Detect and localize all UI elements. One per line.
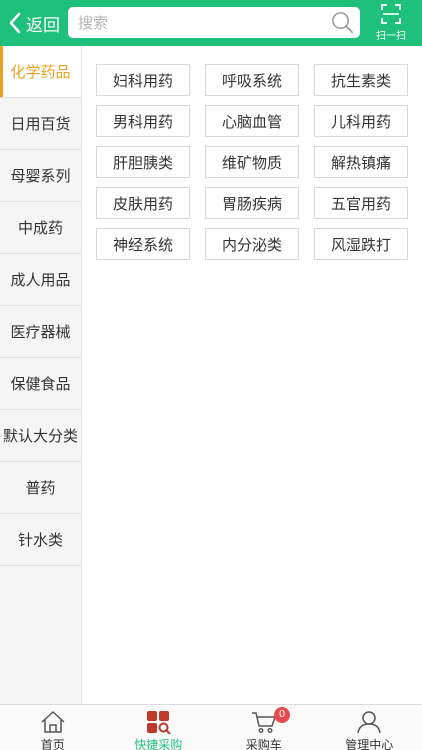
top-bar: 返回 扫一扫 [0,0,422,46]
sidebar-item-label: 中成药 [17,219,63,237]
sidebar-item-label: 普药 [25,479,56,497]
subcategory-button[interactable]: 妇科用药 [96,64,190,96]
tab-quick-purchase[interactable]: 快捷采购 [106,705,212,750]
sidebar-item-default-category[interactable]: 默认大分类 [0,410,81,462]
tab-label: 管理中心 [345,738,394,750]
search-icon[interactable] [331,11,354,34]
cart-count-badge: 0 [274,707,290,723]
subcategory-button[interactable]: 肝胆胰类 [96,146,190,178]
sidebar-item-label: 化学药品 [10,63,71,81]
back-button[interactable]: 返回 [8,10,60,36]
sidebar-item-label: 默认大分类 [2,427,78,445]
bottom-tab-bar: 首页 快捷采购 采购车 管理中心 0 [0,704,422,750]
scan-button[interactable]: 扫一扫 [370,2,412,44]
tab-label: 快捷采购 [134,738,183,750]
tab-cart[interactable]: 采购车 [211,705,317,750]
tab-label: 首页 [40,738,65,750]
sidebar-item-chemical-drugs[interactable]: 化学药品 [0,46,81,98]
sidebar-item-health-food[interactable]: 保健食品 [0,358,81,410]
subcategory-button[interactable]: 心脑血管 [205,105,299,137]
subcategory-button[interactable]: 皮肤用药 [96,187,190,219]
sidebar-item-medical-devices[interactable]: 医疗器械 [0,306,81,358]
home-icon [41,711,65,733]
cart-icon [251,712,276,734]
scan-icon [381,4,401,24]
subcategory-button[interactable]: 抗生素类 [314,64,408,96]
tab-management[interactable]: 管理中心 [317,705,422,750]
subcategory-button[interactable]: 呼吸系统 [205,64,299,96]
subcategory-grid: 妇科用药 呼吸系统 抗生素类 男科用药 心脑血管 儿科用药 肝胆胰类 维矿物质 … [96,64,408,260]
sidebar-item-label: 针水类 [17,531,63,549]
tab-home[interactable]: 首页 [0,705,106,750]
subcategory-button[interactable]: 男科用药 [96,105,190,137]
sidebar-item-general-drugs[interactable]: 普药 [0,462,81,514]
sidebar-item-label: 母婴系列 [10,167,71,185]
sidebar-item-injections[interactable]: 针水类 [0,514,81,566]
sidebar-item-label: 医疗器械 [10,323,71,341]
subcategory-button[interactable]: 内分泌类 [205,228,299,260]
subcategory-button[interactable]: 风湿跌打 [314,228,408,260]
sidebar-item-adult-products[interactable]: 成人用品 [0,254,81,306]
sidebar-item-label: 保健食品 [10,375,71,393]
sidebar-item-chinese-medicine[interactable]: 中成药 [0,202,81,254]
subcategory-button[interactable]: 儿科用药 [314,105,408,137]
search-box[interactable] [68,7,360,38]
scan-label: 扫一扫 [376,31,406,42]
search-input[interactable] [78,7,328,38]
subcategory-button[interactable]: 五官用药 [314,187,408,219]
user-icon [357,711,381,734]
sidebar-item-label: 日用百货 [10,115,71,133]
tab-label: 采购车 [245,738,282,750]
quick-purchase-icon [147,711,171,734]
sidebar-item-daily-goods[interactable]: 日用百货 [0,98,81,150]
sidebar-item-label: 成人用品 [10,271,71,289]
subcategory-button[interactable]: 胃肠疾病 [205,187,299,219]
subcategory-panel: 妇科用药 呼吸系统 抗生素类 男科用药 心脑血管 儿科用药 肝胆胰类 维矿物质 … [82,46,422,704]
back-label: 返回 [26,15,60,36]
subcategory-button[interactable]: 神经系统 [96,228,190,260]
subcategory-button[interactable]: 维矿物质 [205,146,299,178]
sidebar-item-mother-baby[interactable]: 母婴系列 [0,150,81,202]
subcategory-button[interactable]: 解热镇痛 [314,146,408,178]
category-sidebar: 化学药品 日用百货 母婴系列 中成药 成人用品 医疗器械 保健食品 默认大分类 … [0,46,82,704]
chevron-left-icon [9,12,21,34]
